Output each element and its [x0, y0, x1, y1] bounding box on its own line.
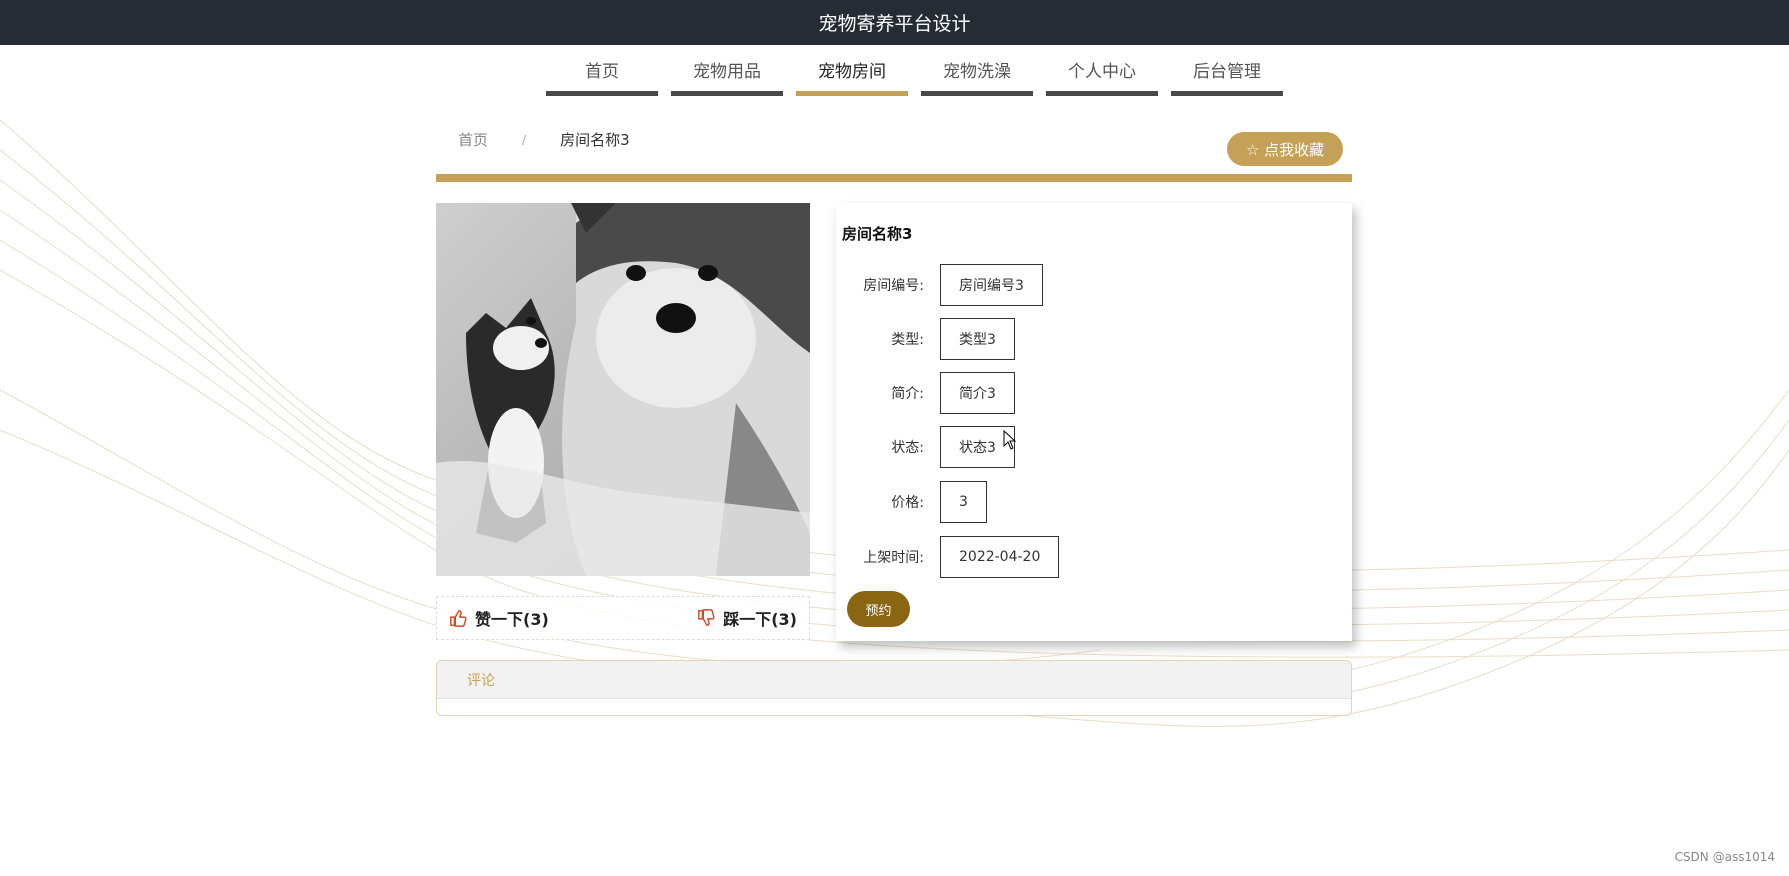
favorite-button[interactable]: ☆ 点我收藏	[1227, 132, 1343, 166]
field-value: 类型3	[940, 318, 1015, 360]
comments-title: 评论	[467, 672, 495, 689]
nav-item-home[interactable]: 首页	[546, 58, 658, 96]
watermark: CSDN @ass1014	[1674, 850, 1775, 864]
field-row-intro: 简介: 简介3	[836, 372, 1015, 414]
comments-panel: 评论	[436, 660, 1352, 716]
favorite-button-label: ☆ 点我收藏	[1245, 140, 1325, 159]
thumbs-up-icon	[450, 610, 467, 627]
breadcrumb-current: 房间名称3	[560, 131, 630, 149]
field-value: 房间编号3	[940, 264, 1043, 306]
room-title: 房间名称3	[842, 225, 913, 243]
vote-bar: 赞一下(3) 踩一下(3)	[436, 596, 810, 640]
nav-item-admin[interactable]: 后台管理	[1171, 58, 1283, 96]
comments-header: 评论	[437, 661, 1351, 699]
main-nav: 首页 宠物用品 宠物房间 宠物洗澡 个人中心 后台管理	[546, 58, 1296, 96]
field-label: 上架时间:	[863, 550, 924, 566]
mouse-cursor-icon	[1003, 430, 1017, 450]
field-row-listed-time: 上架时间: 2022-04-20	[836, 536, 1060, 578]
app-title: 宠物寄养平台设计	[818, 13, 971, 35]
room-photo	[436, 203, 810, 576]
nav-item-pet-bathing[interactable]: 宠物洗澡	[921, 58, 1033, 96]
top-title-bar: 宠物寄养平台设计	[0, 0, 1789, 45]
breadcrumb-separator: /	[522, 132, 527, 147]
breadcrumb-home-link[interactable]: 首页	[458, 129, 488, 150]
room-detail-card: 房间名称3 房间编号: 房间编号3 类型: 类型3 简介: 简介3 状态: 状态…	[836, 203, 1352, 641]
like-label: 赞一下(3)	[475, 610, 549, 629]
field-value: 2022-04-20	[940, 536, 1060, 578]
nav-item-pet-supplies[interactable]: 宠物用品	[671, 58, 783, 96]
field-value: 简介3	[940, 372, 1015, 414]
breadcrumb: 首页 / 房间名称3	[436, 129, 630, 150]
dislike-button[interactable]: 踩一下(3)	[697, 606, 797, 630]
field-value: 3	[940, 481, 987, 523]
nav-item-personal-center[interactable]: 个人中心	[1046, 58, 1158, 96]
gold-divider	[436, 174, 1352, 182]
book-button[interactable]: 预约	[847, 591, 910, 627]
field-row-type: 类型: 类型3	[836, 318, 1015, 360]
thumbs-down-icon	[698, 609, 715, 626]
field-label: 简介:	[891, 386, 924, 402]
field-label: 房间编号:	[863, 278, 924, 294]
field-label: 价格:	[891, 495, 924, 511]
like-button[interactable]: 赞一下(3)	[449, 606, 549, 630]
field-row-status: 状态: 状态3	[836, 426, 1015, 468]
field-label: 类型:	[891, 332, 924, 348]
field-row-room-number: 房间编号: 房间编号3	[836, 264, 1043, 306]
nav-item-pet-rooms[interactable]: 宠物房间	[796, 58, 908, 96]
field-row-price: 价格: 3	[836, 481, 987, 523]
dislike-label: 踩一下(3)	[723, 610, 797, 629]
book-button-label: 预约	[865, 603, 892, 619]
field-label: 状态:	[891, 440, 924, 456]
